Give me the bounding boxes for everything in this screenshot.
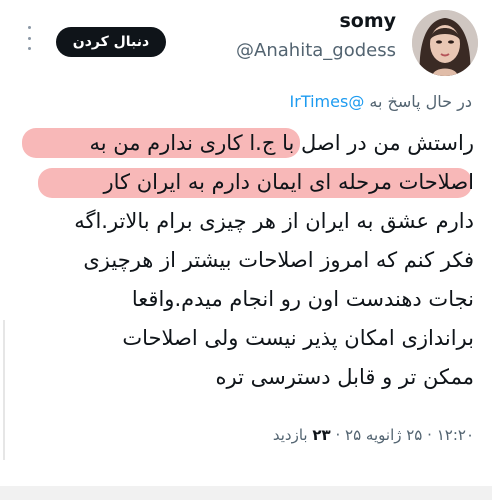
tweet-text-line: فکر کنم که امروز اصلاحات بیشتر از هرچیزی	[83, 248, 474, 272]
more-vertical-icon[interactable]	[24, 26, 34, 50]
display-name[interactable]: somy	[339, 10, 396, 32]
profile-photo	[412, 10, 478, 76]
tweet-text-line: اصلاحات مرحله ای ایمان دارم به ایران کار	[103, 170, 474, 194]
tweet-text-line: براندازی امکان پذیر نیست ولی اصلاحات	[122, 326, 474, 350]
username[interactable]: @Anahita_godess	[236, 40, 396, 61]
tweet-text-line: دارم عشق به ایران از هر چیزی برام بالاتر…	[74, 209, 474, 233]
replying-to: در حال پاسخ به @IrTimes	[290, 92, 472, 111]
tweet-meta: ۱۲:۲۰ · ۲۵ ژانویه ۲۵ · ۲۳ بازدید	[273, 426, 474, 444]
tweet-text-line: راستش من در اصل با ج.ا کاری ندارم من به	[89, 131, 474, 155]
dot	[27, 26, 31, 29]
views-label: بازدید	[272, 426, 308, 444]
meta-separator: ·	[335, 426, 341, 444]
dot	[27, 47, 31, 50]
reply-prefix: در حال پاسخ به	[369, 92, 472, 111]
mention-link[interactable]: @IrTimes	[290, 92, 365, 111]
meta-separator: ·	[427, 426, 432, 444]
avatar[interactable]	[412, 10, 478, 76]
tweet-text-line: نجات دهندست اون رو انجام میدم.واقعا	[131, 287, 474, 311]
tweet-text-line: ممکن تر و قابل دسترسی تره	[215, 365, 474, 389]
dot	[27, 36, 31, 40]
post-date[interactable]: ۲۵ ژانویه ۲۵	[345, 426, 422, 444]
divider	[3, 320, 5, 460]
views-count: ۲۳	[312, 426, 331, 444]
tweet-card: somy @Anahita_godess دنبال کردن در حال پ…	[0, 0, 492, 500]
post-time[interactable]: ۱۲:۲۰	[437, 426, 474, 444]
follow-button[interactable]: دنبال کردن	[56, 27, 166, 57]
bottom-divider	[0, 486, 492, 500]
